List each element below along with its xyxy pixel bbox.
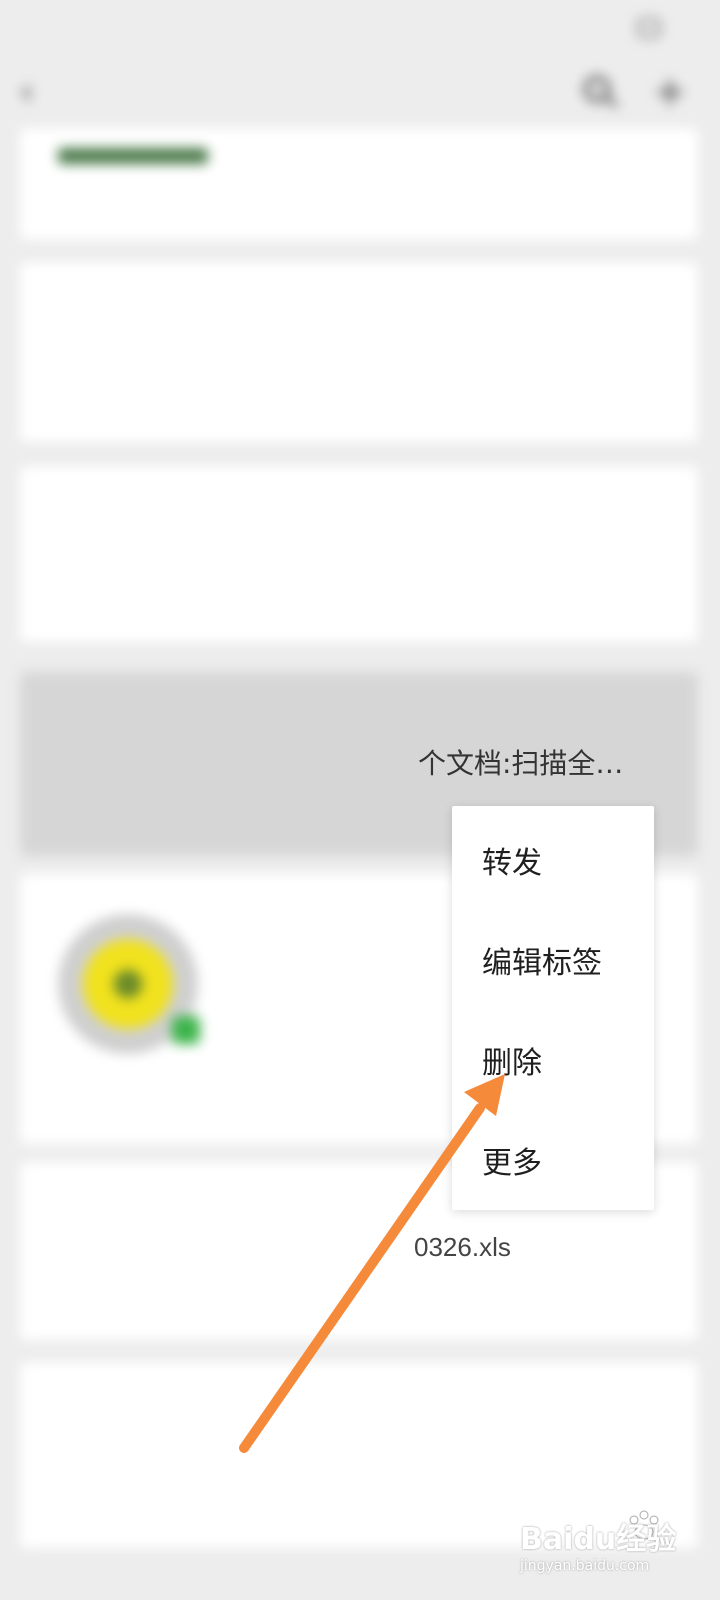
battery-icon [638, 19, 660, 37]
nav-bar: ‹ + [0, 60, 720, 124]
back-icon[interactable]: ‹ [20, 74, 56, 110]
selected-card-title-fragment: 个文档:扫描全… [418, 747, 624, 780]
watermark-url: jingyan.baidu.com [520, 1558, 650, 1574]
status-bar [0, 0, 720, 56]
menu-item-edit-tags[interactable]: 编辑标签 [452, 930, 654, 1030]
menu-item-more[interactable]: 更多 [452, 1130, 654, 1230]
image-thumbnail [58, 914, 200, 1054]
add-icon[interactable]: + [650, 72, 690, 112]
green-bar [58, 148, 208, 164]
search-icon[interactable] [580, 72, 620, 112]
menu-item-forward[interactable]: 转发 [452, 830, 654, 930]
context-menu: 转发 编辑标签 删除 更多 [452, 806, 654, 1210]
list-item[interactable] [20, 128, 698, 240]
list-item[interactable] [20, 262, 698, 442]
file-card-title-fragment: 0326.xls [414, 1232, 511, 1262]
watermark: Baidu经验 jingyan.baidu.com [520, 1514, 680, 1584]
watermark-logo: Baidu经验 [520, 1522, 677, 1557]
blurred-background: ‹ + [0, 0, 720, 1600]
list-item[interactable] [20, 466, 698, 642]
menu-item-delete[interactable]: 删除 [452, 1030, 654, 1130]
status-right [630, 19, 660, 37]
